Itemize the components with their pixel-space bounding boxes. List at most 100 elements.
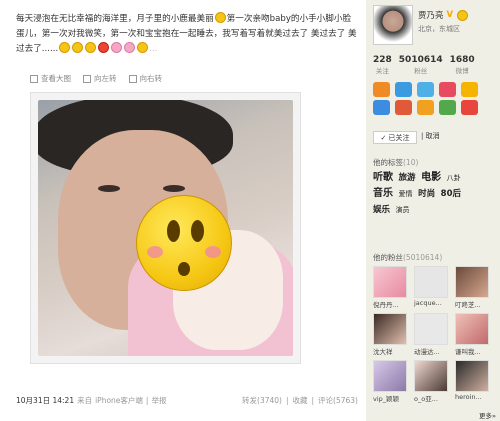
- followed-button[interactable]: ✓ 已关注: [373, 131, 417, 144]
- post-meta: 10月31日 14:21 来自 iPhone客户端 | 举报 转发(3740) | 收藏 | 评…: [16, 396, 358, 405]
- rotate-left-label: 向左转: [94, 74, 117, 83]
- tag-item[interactable]: 80后: [441, 186, 461, 202]
- fan-item[interactable]: heroin...: [455, 360, 493, 403]
- fans-title: 他的粉丝(5010614): [373, 252, 442, 263]
- feed-panel: 每天浸泡在无比幸福的海洋里，月子里的小鹿最美丽 第一次亲吻baby的小手小脚小脸蛋…: [0, 0, 366, 421]
- fan-avatar[interactable]: [414, 266, 448, 298]
- count-number: 1680: [449, 55, 475, 65]
- fan-avatar[interactable]: [455, 360, 489, 392]
- fan-name[interactable]: vip_颖颖: [373, 393, 411, 403]
- profile-counts: 228 关注 5010614 粉丝 1680 微博: [373, 55, 475, 75]
- repost-button[interactable]: 转发(3740): [242, 396, 282, 405]
- more-fans-link[interactable]: 更多»: [479, 410, 496, 420]
- app-icon[interactable]: [373, 100, 390, 115]
- fan-name[interactable]: 倪丹丹...: [373, 299, 411, 309]
- fan-name[interactable]: jacque...: [414, 299, 452, 307]
- posts-count[interactable]: 1680 微博: [450, 55, 475, 75]
- post-text: 每天浸泡在无比幸福的海洋里，月子里的小鹿最美丽 第一次亲吻baby的小手小脚小脸蛋…: [16, 12, 358, 57]
- fan-item[interactable]: jacque...: [414, 266, 452, 309]
- fans-count-label: (5010614): [403, 253, 443, 262]
- fan-avatar[interactable]: [455, 313, 489, 345]
- tag-item[interactable]: 听歌: [373, 170, 393, 186]
- tag-item[interactable]: 爱情: [399, 186, 413, 202]
- tags-title-text: 他的标签: [373, 158, 403, 167]
- cancel-label: 取消: [425, 132, 440, 140]
- app-icon[interactable]: [417, 82, 434, 97]
- app-icon[interactable]: [417, 100, 434, 115]
- fan-name[interactable]: 动漫达...: [414, 346, 452, 356]
- following-count[interactable]: 228 关注: [373, 55, 392, 75]
- fan-avatar[interactable]: [414, 313, 448, 345]
- rotate-right-icon: [128, 74, 137, 83]
- fan-avatar[interactable]: [455, 266, 489, 298]
- smile-emoji-icon: [214, 12, 226, 23]
- tags-title: 他的标签(10): [373, 157, 418, 168]
- fan-name[interactable]: 沈大祥: [373, 346, 411, 356]
- fan-avatar[interactable]: [373, 266, 407, 298]
- photo-eye: [98, 185, 120, 192]
- tags-count: (10): [403, 158, 419, 167]
- fan-item[interactable]: o_o亚...: [414, 360, 452, 403]
- fan-item[interactable]: 谦叫我...: [455, 313, 493, 356]
- smiley-sticker-icon: [136, 195, 232, 291]
- profile-name[interactable]: 贾乃亮: [418, 9, 444, 21]
- fan-item[interactable]: 叮咚芝...: [455, 266, 493, 309]
- laugh-emoji-icon: [59, 42, 71, 53]
- report-link[interactable]: 举报: [151, 396, 166, 405]
- favorite-button[interactable]: 收藏: [293, 396, 308, 405]
- app-icon[interactable]: [395, 82, 412, 97]
- tag-item[interactable]: 演员: [396, 202, 410, 218]
- tag-cloud: 听歌 旅游 电影 八卦 音乐 爱情 时尚 80后 娱乐 演员: [373, 170, 495, 218]
- tag-item[interactable]: 电影: [421, 170, 441, 186]
- app-icon[interactable]: [439, 82, 456, 97]
- hug-emoji-icon: [137, 42, 149, 53]
- cancel-follow-link[interactable]: | 取消: [421, 131, 440, 141]
- fans-count[interactable]: 5010614 粉丝: [399, 55, 443, 75]
- fan-name[interactable]: 叮咚芝...: [455, 299, 493, 309]
- fan-name[interactable]: heroin...: [455, 393, 493, 401]
- fan-item[interactable]: 沈大祥: [373, 313, 411, 356]
- post-source-link[interactable]: iPhone客户端: [95, 396, 143, 405]
- tag-item[interactable]: 音乐: [373, 186, 393, 202]
- fans-grid: 倪丹丹... jacque... 叮咚芝... 沈大祥 动漫达... 谦叫我..…: [373, 266, 493, 403]
- tag-item[interactable]: 娱乐: [373, 202, 390, 218]
- smiley-eye: [167, 220, 180, 242]
- fan-item[interactable]: vip_颖颖: [373, 360, 411, 403]
- fan-name[interactable]: 谦叫我...: [455, 346, 493, 356]
- view-original-label: 查看大图: [41, 74, 71, 83]
- smiley-cheek: [147, 246, 163, 258]
- member-badge-icon: [457, 9, 469, 21]
- tag-item[interactable]: 八卦: [447, 170, 461, 186]
- tag-item[interactable]: 时尚: [418, 186, 435, 202]
- rotate-left-button[interactable]: 向左转: [83, 73, 117, 84]
- source-prefix: 来自: [77, 396, 93, 405]
- app-icons-grid: [373, 82, 478, 115]
- tag-item[interactable]: 旅游: [399, 170, 416, 186]
- magnify-icon: [30, 74, 38, 83]
- app-icon[interactable]: [461, 82, 478, 97]
- count-number: 5010614: [398, 55, 443, 65]
- cake-emoji-icon: [124, 42, 136, 53]
- fan-avatar[interactable]: [373, 360, 407, 392]
- fan-avatar[interactable]: [373, 313, 407, 345]
- app-icon[interactable]: [373, 82, 390, 97]
- rotate-right-button[interactable]: 向右转: [128, 73, 162, 84]
- verified-badge-icon: V: [446, 10, 454, 20]
- count-label: 微博: [455, 67, 469, 75]
- avatar[interactable]: [373, 5, 413, 45]
- post-date-link[interactable]: 10月31日 14:21: [16, 396, 74, 405]
- post-image[interactable]: [38, 100, 293, 356]
- app-icon[interactable]: [461, 100, 478, 115]
- app-icon[interactable]: [439, 100, 456, 115]
- view-original-button[interactable]: 查看大图: [30, 73, 71, 84]
- smiley-mouth: [178, 262, 190, 276]
- fan-name[interactable]: o_o亚...: [414, 393, 452, 403]
- shy-emoji-icon: [72, 42, 84, 53]
- fan-item[interactable]: 动漫达...: [414, 313, 452, 356]
- post-image-frame: [30, 92, 301, 364]
- app-icon[interactable]: [395, 100, 412, 115]
- fan-item[interactable]: 倪丹丹...: [373, 266, 411, 309]
- comment-button[interactable]: 评论(5763): [318, 396, 358, 405]
- fan-avatar[interactable]: [414, 360, 448, 392]
- post-text-line: 每天浸泡在无比幸福的海洋里，月子里的小鹿最美丽: [16, 14, 214, 24]
